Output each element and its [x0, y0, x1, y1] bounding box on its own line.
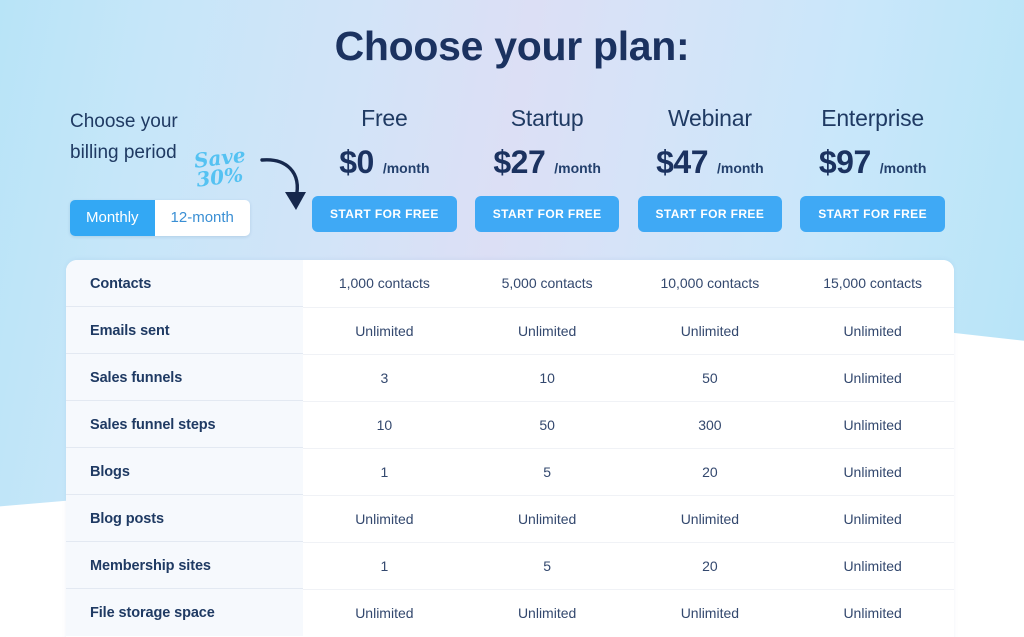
feature-value: Unlimited — [465, 495, 629, 543]
start-for-free-button-startup[interactable]: START FOR FREE — [474, 196, 620, 232]
table-row: Blogs 1 5 20 Unlimited — [66, 448, 954, 496]
feature-value: Unlimited — [628, 589, 792, 636]
feature-label: Membership sites — [66, 542, 303, 589]
plan-price-row: $97 /month — [791, 144, 954, 181]
plan-price-row: $47 /month — [629, 144, 792, 181]
feature-label: Emails sent — [66, 307, 303, 354]
feature-value: 10 — [303, 401, 466, 449]
plan-column-startup: Startup $27 /month START FOR FREE — [466, 103, 629, 232]
plan-name: Enterprise — [821, 105, 925, 131]
plan-price: $47 — [656, 144, 708, 180]
feature-value: Unlimited — [628, 495, 792, 543]
billing-period-toggle[interactable]: Monthly 12-month — [70, 200, 250, 236]
start-for-free-button-webinar[interactable]: START FOR FREE — [637, 196, 783, 232]
feature-value: 300 — [628, 401, 792, 449]
table-row: Emails sent Unlimited Unlimited Unlimited Un… — [66, 307, 954, 355]
feature-value: 50 — [628, 354, 792, 402]
feature-value: Unlimited — [791, 401, 954, 449]
feature-value: 10,000 contacts — [628, 260, 792, 308]
plan-price-period: /month — [554, 160, 601, 176]
plan-price: $97 — [818, 144, 871, 180]
table-row: Membership sites 1 5 20 Unlimited — [66, 542, 954, 590]
plan-name: Webinar — [667, 105, 752, 131]
plan-header-row: Free $0 /month START FOR FREE Startup $2… — [303, 103, 954, 232]
start-for-free-button-free[interactable]: START FOR FREE — [312, 196, 457, 232]
feature-value: Unlimited — [791, 448, 954, 496]
feature-label: File storage space — [66, 589, 303, 636]
billing-label-line1: Choose your — [70, 111, 178, 132]
feature-value: Unlimited — [791, 307, 954, 355]
feature-value: Unlimited — [303, 495, 466, 543]
feature-label: Blog posts — [66, 495, 303, 542]
feature-value: Unlimited — [303, 589, 466, 636]
plan-price: $27 — [493, 144, 546, 180]
feature-comparison-body: Contacts 1,000 contacts 5,000 contacts 10,0… — [66, 260, 954, 636]
feature-label-text: File storage space — [90, 604, 215, 621]
feature-label: Blogs — [66, 448, 303, 495]
feature-value: Unlimited — [303, 307, 466, 355]
feature-comparison-card: Contacts 1,000 contacts 5,000 contacts 10,0… — [66, 260, 954, 637]
table-row: File storage space Unlimited Unlimited Unli… — [66, 589, 954, 636]
feature-value: 15,000 contacts — [791, 260, 954, 308]
feature-value: Unlimited — [791, 354, 954, 402]
feature-value: Unlimited — [465, 307, 629, 355]
plan-name: Free — [361, 105, 408, 131]
plan-price-period: /month — [879, 160, 927, 176]
plan-price: $0 — [339, 144, 374, 180]
feature-label: Sales funnels — [66, 354, 303, 401]
feature-value: 5 — [465, 448, 629, 496]
feature-label-text: Membership sites — [90, 557, 211, 574]
billing-toggle-monthly[interactable]: Monthly — [70, 200, 155, 236]
billing-toggle-12-month[interactable]: 12-month — [154, 200, 250, 236]
page-title: Choose your plan: — [334, 23, 690, 69]
feature-value: 5,000 contacts — [465, 260, 629, 308]
plan-column-free: Free $0 /month START FOR FREE — [303, 103, 466, 232]
table-row: Sales funnels 3 10 50 Unlimited — [66, 354, 954, 402]
plan-price-period: /month — [382, 160, 430, 176]
billing-period-selector: Choose your billing period Save 30% Mont… — [70, 106, 306, 236]
table-row: Sales funnel steps 10 50 300 Unlimited — [66, 401, 954, 449]
feature-label-text: Emails sent — [90, 322, 170, 339]
feature-label-text: Sales funnels — [90, 369, 183, 386]
feature-value: 3 — [303, 354, 466, 402]
feature-value: Unlimited — [791, 589, 954, 636]
start-for-free-button-enterprise[interactable]: START FOR FREE — [800, 196, 945, 232]
plan-column-webinar: Webinar $47 /month START FOR FREE — [629, 103, 792, 232]
feature-label: Contacts — [66, 260, 303, 307]
pricing-page: Choose your plan: Choose your billing pe… — [0, 0, 1024, 637]
feature-value: 5 — [465, 542, 629, 590]
feature-label-text: Contacts — [90, 275, 152, 292]
billing-label-line2: billing period — [70, 142, 177, 163]
plan-name: Startup — [510, 105, 584, 131]
feature-value: 50 — [465, 401, 629, 449]
feature-label-text: Blogs — [90, 463, 130, 480]
feature-value: 1 — [303, 542, 466, 590]
plan-price-row: $0 /month — [303, 144, 466, 181]
feature-value: 20 — [628, 542, 792, 590]
feature-label-text: Blog posts — [90, 510, 164, 527]
feature-value: Unlimited — [465, 589, 629, 636]
feature-label: Sales funnel steps — [66, 401, 303, 448]
plan-price-row: $27 /month — [466, 144, 629, 181]
plan-price-period: /month — [716, 160, 764, 176]
table-row: Contacts 1,000 contacts 5,000 contacts 10,0… — [66, 260, 954, 308]
plan-column-enterprise: Enterprise $97 /month START FOR FREE — [791, 103, 954, 232]
feature-value: Unlimited — [791, 495, 954, 543]
feature-comparison-table: Contacts 1,000 contacts 5,000 contacts 10,0… — [66, 260, 954, 636]
table-row: Blog posts Unlimited Unlimited Unlimited Unl… — [66, 495, 954, 543]
feature-value: 20 — [628, 448, 792, 496]
feature-value: 1,000 contacts — [303, 260, 466, 308]
feature-value: 10 — [465, 354, 629, 402]
feature-value: Unlimited — [791, 542, 954, 590]
feature-value: 1 — [303, 448, 466, 496]
feature-label-text: Sales funnel steps — [90, 416, 216, 433]
feature-value: Unlimited — [628, 307, 792, 355]
